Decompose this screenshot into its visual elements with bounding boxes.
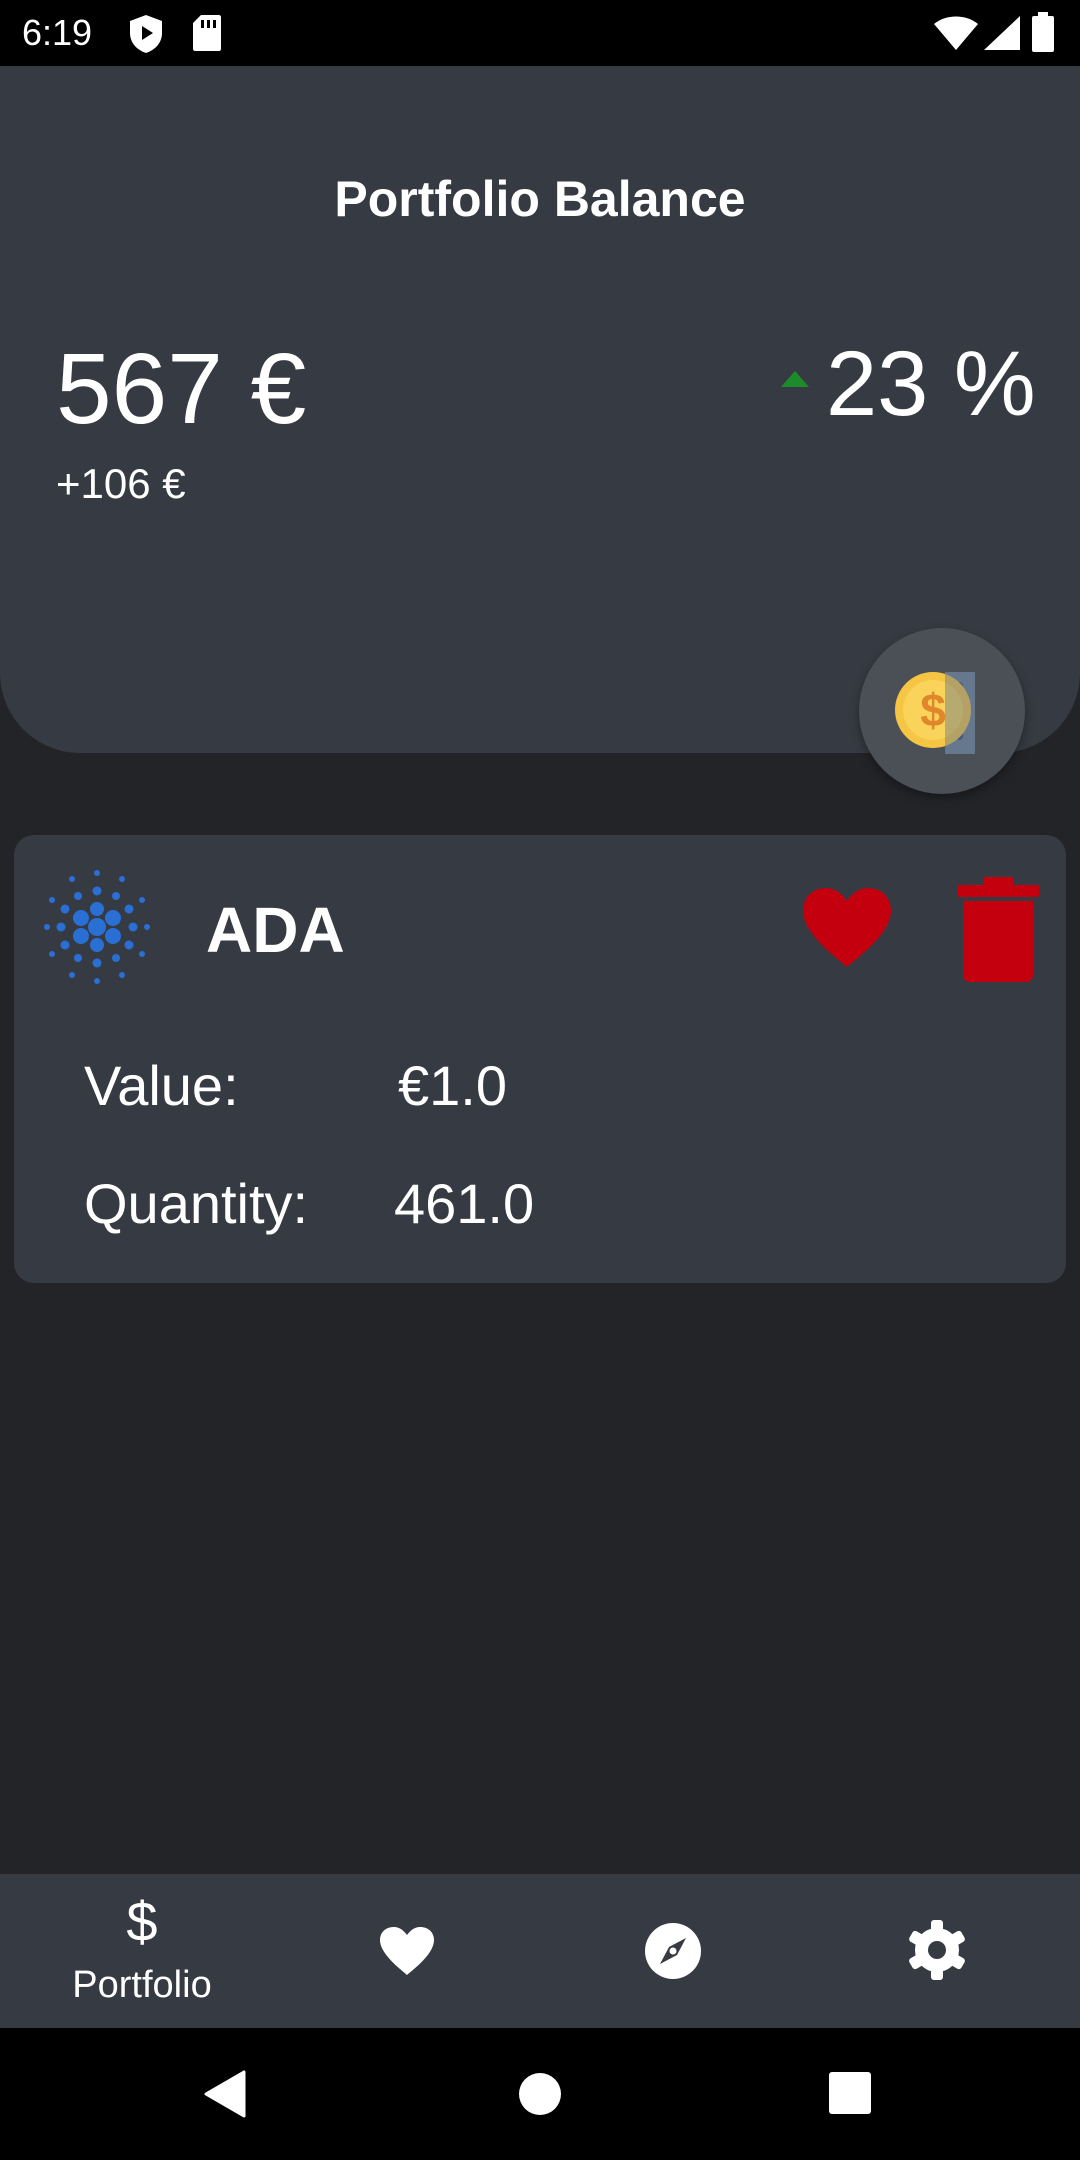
nav-item-favorites[interactable]	[272, 1874, 542, 2028]
delete-button[interactable]	[955, 877, 1041, 988]
add-funds-button[interactable]: $	[859, 628, 1025, 794]
compass-icon	[644, 1922, 702, 1985]
cardano-logo-icon	[32, 865, 162, 994]
battery-icon	[1032, 12, 1054, 57]
back-icon[interactable]	[204, 2070, 246, 2123]
trend-up-icon	[781, 371, 809, 387]
screen: 6:19 Portfolio Balance 567 € +106 € 23 %…	[0, 0, 1080, 2160]
home-icon[interactable]	[518, 2072, 562, 2121]
value-amount: €1.0	[398, 1054, 507, 1117]
gear-icon	[907, 1920, 967, 1985]
page-title: Portfolio Balance	[334, 171, 746, 227]
quantity-label: Quantity:	[84, 1172, 309, 1235]
balance-value: 567 €	[56, 333, 307, 445]
nav-label-portfolio: Portfolio	[72, 1964, 212, 2006]
coin-deposit-icon: $	[895, 666, 985, 761]
wifi-icon	[934, 16, 978, 55]
svg-text:$: $	[920, 684, 946, 736]
nav-item-settings[interactable]	[802, 1874, 1072, 2028]
heart-icon	[803, 888, 891, 967]
trash-icon	[957, 877, 1039, 982]
quantity-amount: 461.0	[394, 1172, 535, 1235]
value-label: Value:	[84, 1054, 239, 1117]
dollar-icon: $	[126, 1890, 158, 1953]
status-time: 6:19	[22, 12, 93, 53]
nav-item-explore[interactable]	[537, 1874, 807, 2028]
percent-change: 23 %	[826, 333, 1036, 435]
bottom-navigation: $ Portfolio	[0, 1874, 1080, 2028]
cellular-signal-icon	[984, 16, 1020, 55]
shield-notification-icon	[128, 14, 164, 59]
nav-item-portfolio[interactable]: $ Portfolio	[7, 1874, 277, 2028]
heart-icon	[379, 1926, 435, 1981]
balance-change: +106 €	[56, 460, 186, 507]
status-bar: 6:19	[0, 0, 1080, 66]
recents-icon[interactable]	[829, 2072, 871, 2119]
favorite-button[interactable]	[801, 887, 893, 974]
sd-card-icon	[192, 14, 222, 57]
coin-card[interactable]: ADA Value: €1.0 Quantity: 461.0	[14, 835, 1066, 1283]
coin-symbol: ADA	[206, 894, 345, 966]
system-navigation-bar	[0, 2028, 1080, 2160]
